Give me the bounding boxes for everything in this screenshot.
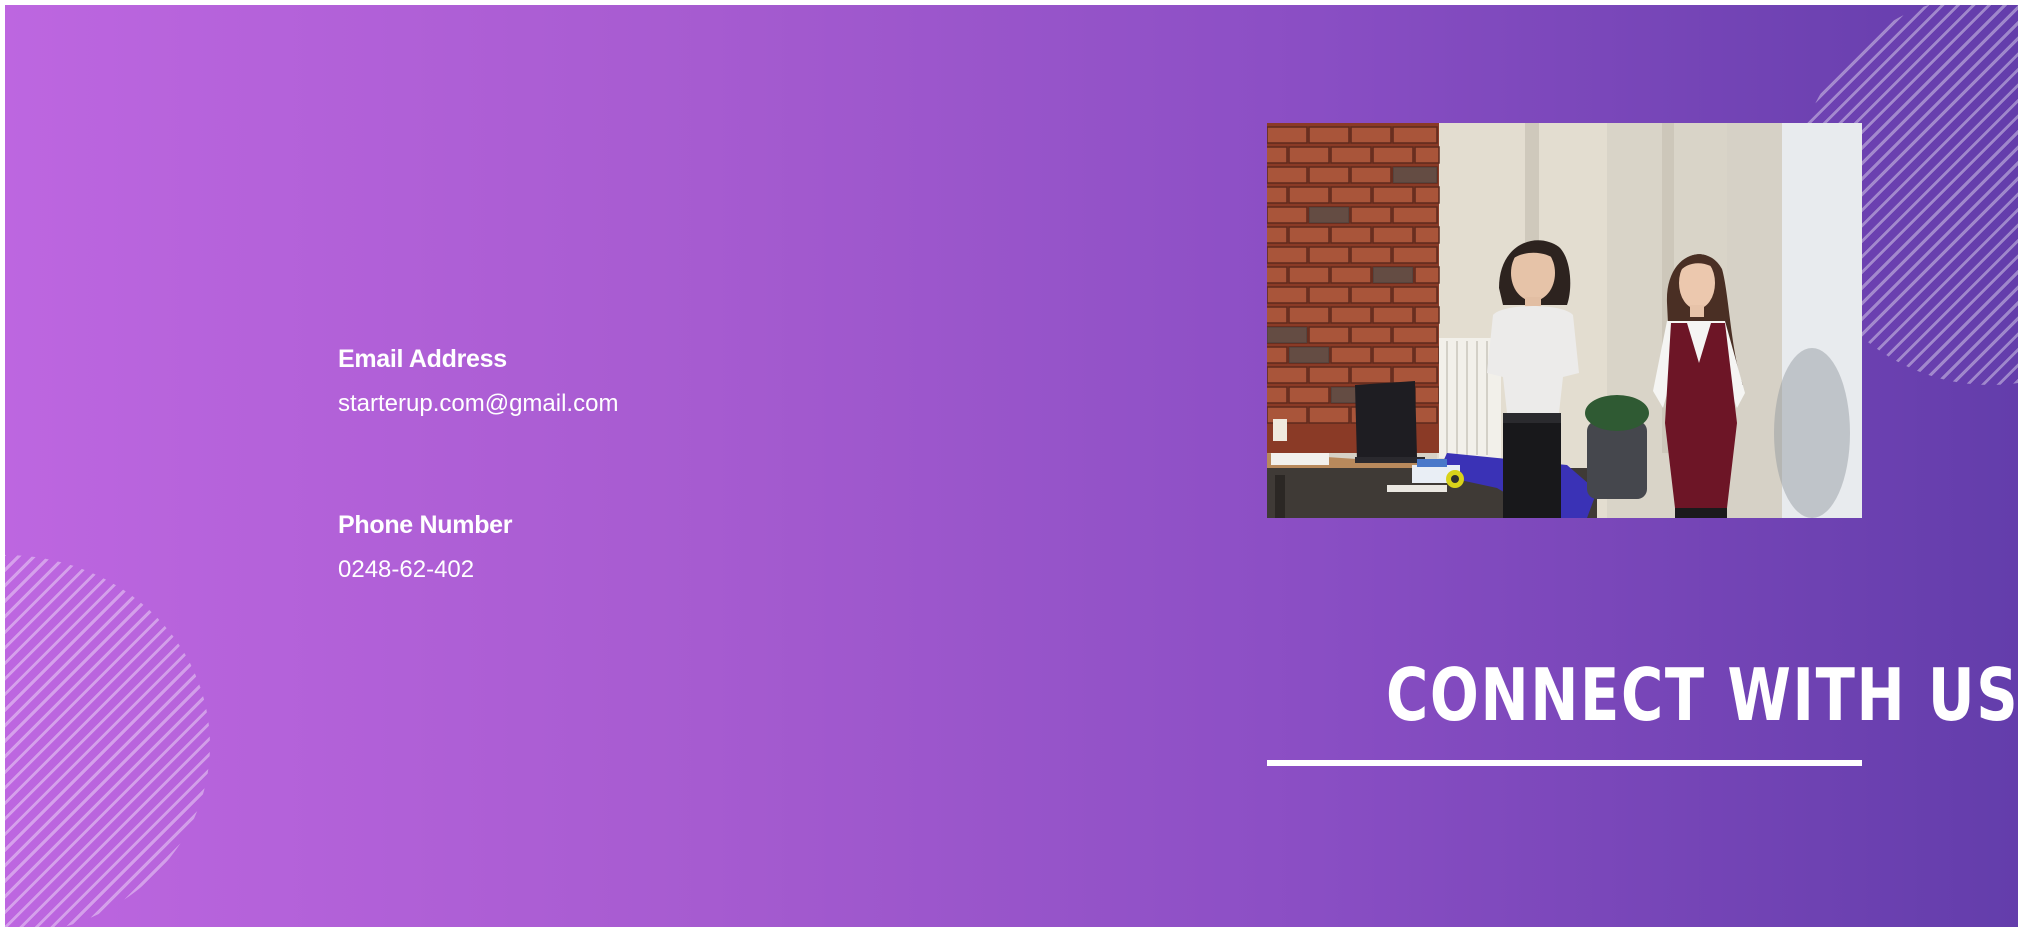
email-value[interactable]: starterup.com@gmail.com xyxy=(338,388,618,420)
striped-circle-decoration xyxy=(5,555,210,927)
phone-contact-block: Phone Number 0248-62-402 xyxy=(338,508,513,586)
email-contact-block: Email Address starterup.com@gmail.com xyxy=(338,342,618,420)
title-underline xyxy=(1267,760,1862,766)
phone-value[interactable]: 0248-62-402 xyxy=(338,554,512,586)
email-label: Email Address xyxy=(338,345,507,373)
page-title: CONNECT WITH US xyxy=(1386,653,2018,737)
phone-label: Phone Number xyxy=(338,511,513,539)
team-photo xyxy=(1267,123,1862,518)
team-photo-illustration xyxy=(1267,123,1862,518)
contact-slide: Email Address starterup.com@gmail.com Ph… xyxy=(5,5,2018,927)
